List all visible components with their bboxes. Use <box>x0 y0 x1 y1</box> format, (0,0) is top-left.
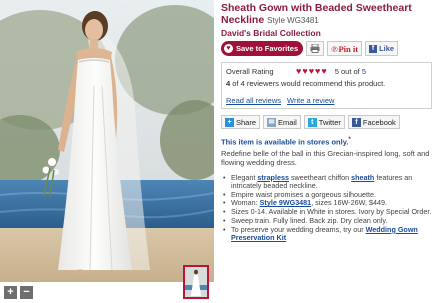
print-button[interactable] <box>306 41 325 56</box>
overall-rating-label: Overall Rating <box>226 67 274 76</box>
facebook-like-button[interactable]: f Like <box>365 41 399 56</box>
save-to-favorites-label: Save to Favorites <box>236 44 299 53</box>
share-label: Share <box>236 117 257 127</box>
share-button[interactable]: + Share <box>221 115 261 129</box>
review-links: Read all reviews Write a review <box>226 96 427 105</box>
feature-text: , sizes 16W-26W, $449. <box>311 198 387 208</box>
style-number-value: WG3481 <box>287 16 319 25</box>
feature-text: Empire waist promises a gorgeous silhoue… <box>231 189 377 199</box>
rating-row: Overall Rating ♥ ♥ ♥ ♥ ♥ 5 out of 5 <box>226 67 427 77</box>
save-to-favorites-button[interactable]: ♥ Save to Favorites <box>221 41 304 56</box>
rating-heart-icon: ♥ <box>308 66 315 76</box>
write-review-link[interactable]: Write a review <box>287 96 334 105</box>
share-row: + Share ✉ Email t Twitter f Facebook <box>221 115 432 129</box>
action-row: ♥ Save to Favorites ℗ Pin it f Like <box>221 41 432 56</box>
print-icon <box>310 44 320 53</box>
rating-score-max[interactable]: 5 <box>362 67 366 76</box>
availability-marker: * <box>348 136 351 143</box>
feature-text: Sizes 0-14. Available in White in stores… <box>231 207 432 217</box>
twitter-label: Twitter <box>318 117 341 127</box>
pinterest-button[interactable]: ℗ Pin it <box>327 41 363 56</box>
availability-heading: This item is available in stores only.* <box>221 136 432 147</box>
style-prefix: Style <box>267 16 285 25</box>
email-icon: ✉ <box>267 117 277 127</box>
rating-score: 5 out of 5 <box>335 67 366 76</box>
brand-name: David's Bridal Collection <box>221 28 321 38</box>
rating-hearts: ♥ ♥ ♥ ♥ ♥ <box>296 67 327 76</box>
facebook-icon: f <box>369 44 378 53</box>
rating-heart-icon: ♥ <box>302 66 308 76</box>
recommend-text: 4 of 4 reviewers would recommend this pr… <box>226 79 427 88</box>
photo-thumbnail[interactable] <box>183 265 209 299</box>
thumbnail-image <box>185 267 207 297</box>
feature-text: Sweep train. Fully lined. Back zip. Dry … <box>231 215 388 225</box>
rating-heart-icon: ♥ <box>296 66 302 76</box>
share-icon: + <box>225 117 234 127</box>
zoom-in-button[interactable]: + <box>4 286 17 299</box>
facebook-share-button[interactable]: f Facebook <box>347 115 400 129</box>
product-title: Sheath Gown with Beaded Sweetheart Neckl… <box>221 2 432 27</box>
facebook-icon: f <box>351 117 361 127</box>
read-all-reviews-link[interactable]: Read all reviews <box>226 96 281 105</box>
zoom-controls: + − <box>4 286 33 299</box>
rating-heart-icon: ♥ <box>315 66 321 76</box>
feature-list: Elegant strapless sweetheart chiffon she… <box>221 173 432 243</box>
pinterest-icon: ℗ <box>331 43 338 54</box>
rating-score-text: 5 out of <box>334 67 360 76</box>
feature-text: Woman: <box>231 198 260 208</box>
bride-photo-image <box>0 0 214 282</box>
email-label: Email <box>278 117 297 127</box>
recommend-sentence: of 4 reviewers would recommend this prod… <box>230 79 386 88</box>
product-info: Sheath Gown with Beaded Sweetheart Neckl… <box>221 0 432 243</box>
sheath-link[interactable]: sheath <box>351 173 374 182</box>
zoom-out-button[interactable]: − <box>20 286 33 299</box>
rating-heart-icon: ♥ <box>321 66 327 76</box>
facebook-label: Facebook <box>362 117 396 127</box>
email-button[interactable]: ✉ Email <box>263 115 301 129</box>
feature-item: To preserve your wedding dreams, try our… <box>221 225 432 243</box>
twitter-icon: t <box>307 117 317 127</box>
rating-box: Overall Rating ♥ ♥ ♥ ♥ ♥ 5 out of 5 4 of… <box>221 62 432 109</box>
heart-icon: ♥ <box>224 44 233 53</box>
product-photo[interactable] <box>0 0 214 282</box>
style-number: Style WG3481 <box>267 16 319 25</box>
pin-it-label: Pin it <box>338 43 359 54</box>
like-label: Like <box>379 44 395 53</box>
twitter-button[interactable]: t Twitter <box>303 115 345 129</box>
availability-text: This item is available in stores only. <box>221 137 349 147</box>
woman-style-link[interactable]: Style 9WG3481 <box>260 198 312 207</box>
product-description: Redefine belle of the ball in this Greci… <box>221 148 430 167</box>
feature-item: Elegant strapless sweetheart chiffon she… <box>221 173 432 191</box>
